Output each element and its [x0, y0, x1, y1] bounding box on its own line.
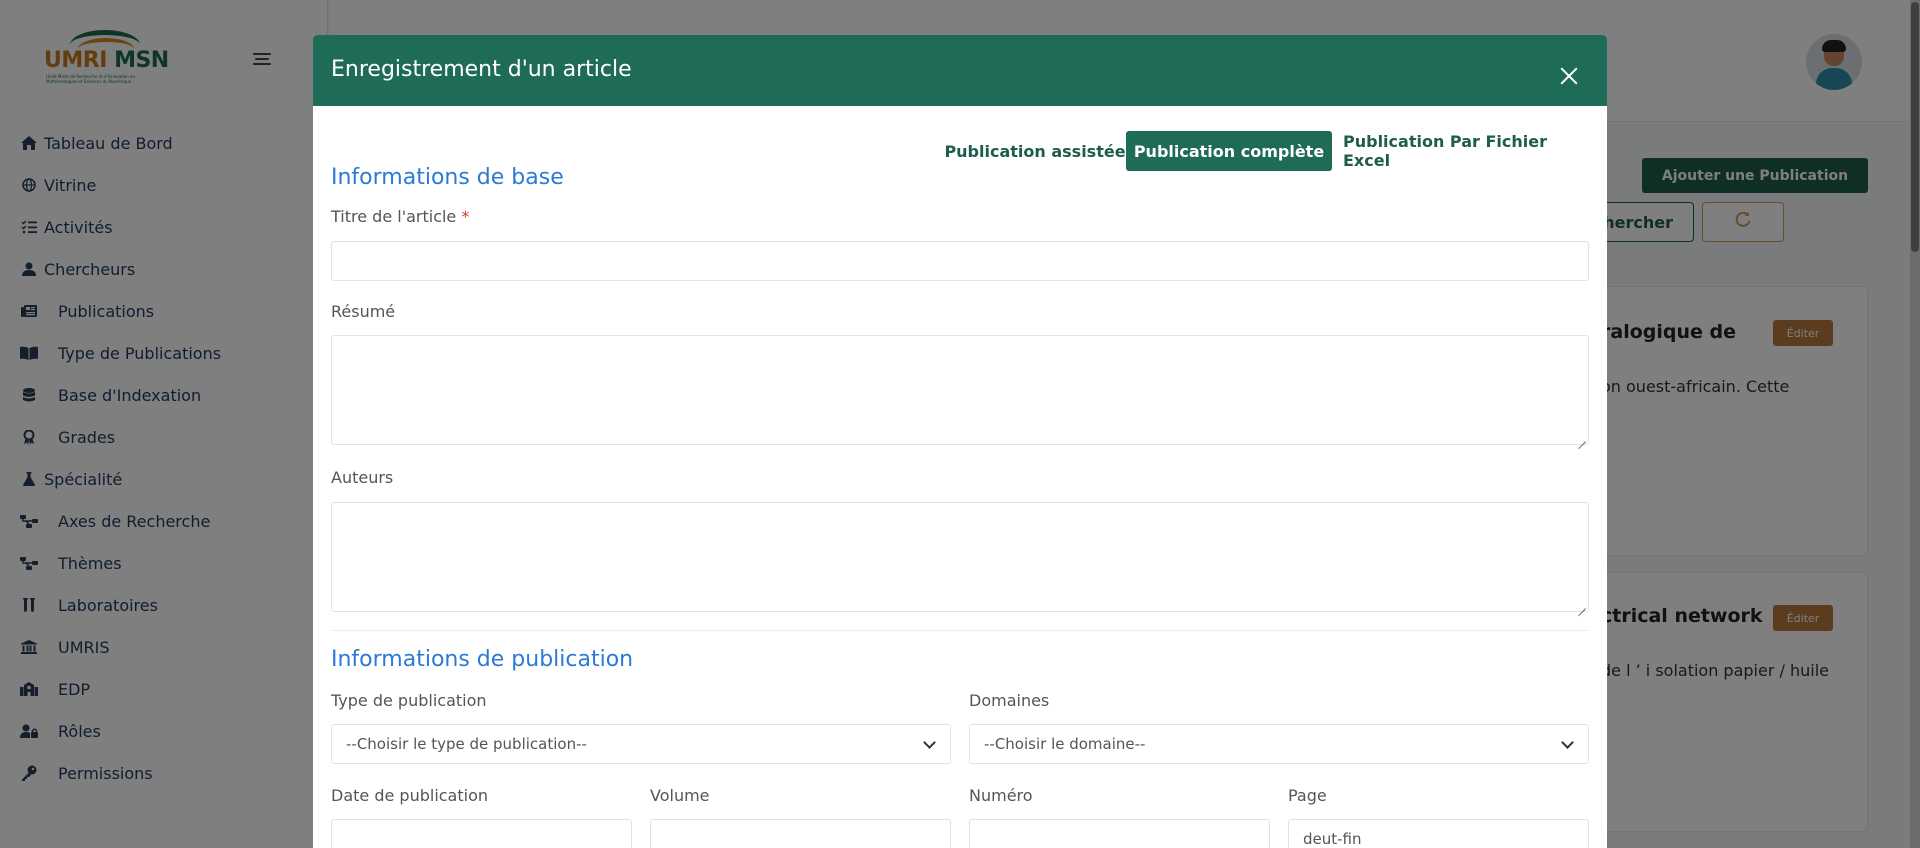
page-scrollbar[interactable]: [1910, 0, 1920, 848]
close-icon[interactable]: [1557, 65, 1581, 89]
volume-input[interactable]: [650, 819, 951, 848]
number-input[interactable]: [969, 819, 1270, 848]
number-label: Numéro: [969, 786, 1033, 805]
authors-textarea[interactable]: [331, 502, 1589, 612]
tab-publication-excel[interactable]: Publication Par Fichier Excel: [1343, 131, 1575, 171]
domains-label: Domaines: [969, 691, 1050, 710]
page-label: Page: [1288, 786, 1327, 805]
section-title-publication: Informations de publication: [331, 647, 634, 672]
domains-select[interactable]: --Choisir le domaine--: [969, 724, 1589, 764]
tab-publication-assistee[interactable]: Publication assistée: [935, 131, 1135, 171]
type-label: Type de publication: [331, 691, 487, 710]
date-label: Date de publication: [331, 786, 489, 805]
volume-label: Volume: [650, 786, 710, 805]
authors-label: Auteurs: [331, 468, 394, 487]
title-label: Titre de l'article *: [331, 207, 470, 226]
modal-title: Enregistrement d'un article: [331, 57, 632, 82]
article-modal: Enregistrement d'un article Publication …: [313, 35, 1607, 848]
resume-textarea[interactable]: [331, 335, 1589, 445]
chevron-down-icon: [923, 736, 936, 749]
article-title-input[interactable]: [331, 241, 1589, 281]
chevron-down-icon: [1561, 736, 1574, 749]
divider: [331, 630, 1589, 631]
resize-handle[interactable]: [1576, 599, 1586, 609]
section-title-base: Informations de base: [331, 165, 564, 190]
tab-publication-complete[interactable]: Publication complète: [1126, 131, 1332, 171]
page-input[interactable]: deut-fin: [1288, 819, 1589, 848]
resume-label: Résumé: [331, 302, 396, 321]
publication-date-input[interactable]: [331, 819, 632, 848]
publication-type-select[interactable]: --Choisir le type de publication--: [331, 724, 951, 764]
modal-header: Enregistrement d'un article: [313, 35, 1607, 106]
resize-handle[interactable]: [1576, 432, 1586, 442]
